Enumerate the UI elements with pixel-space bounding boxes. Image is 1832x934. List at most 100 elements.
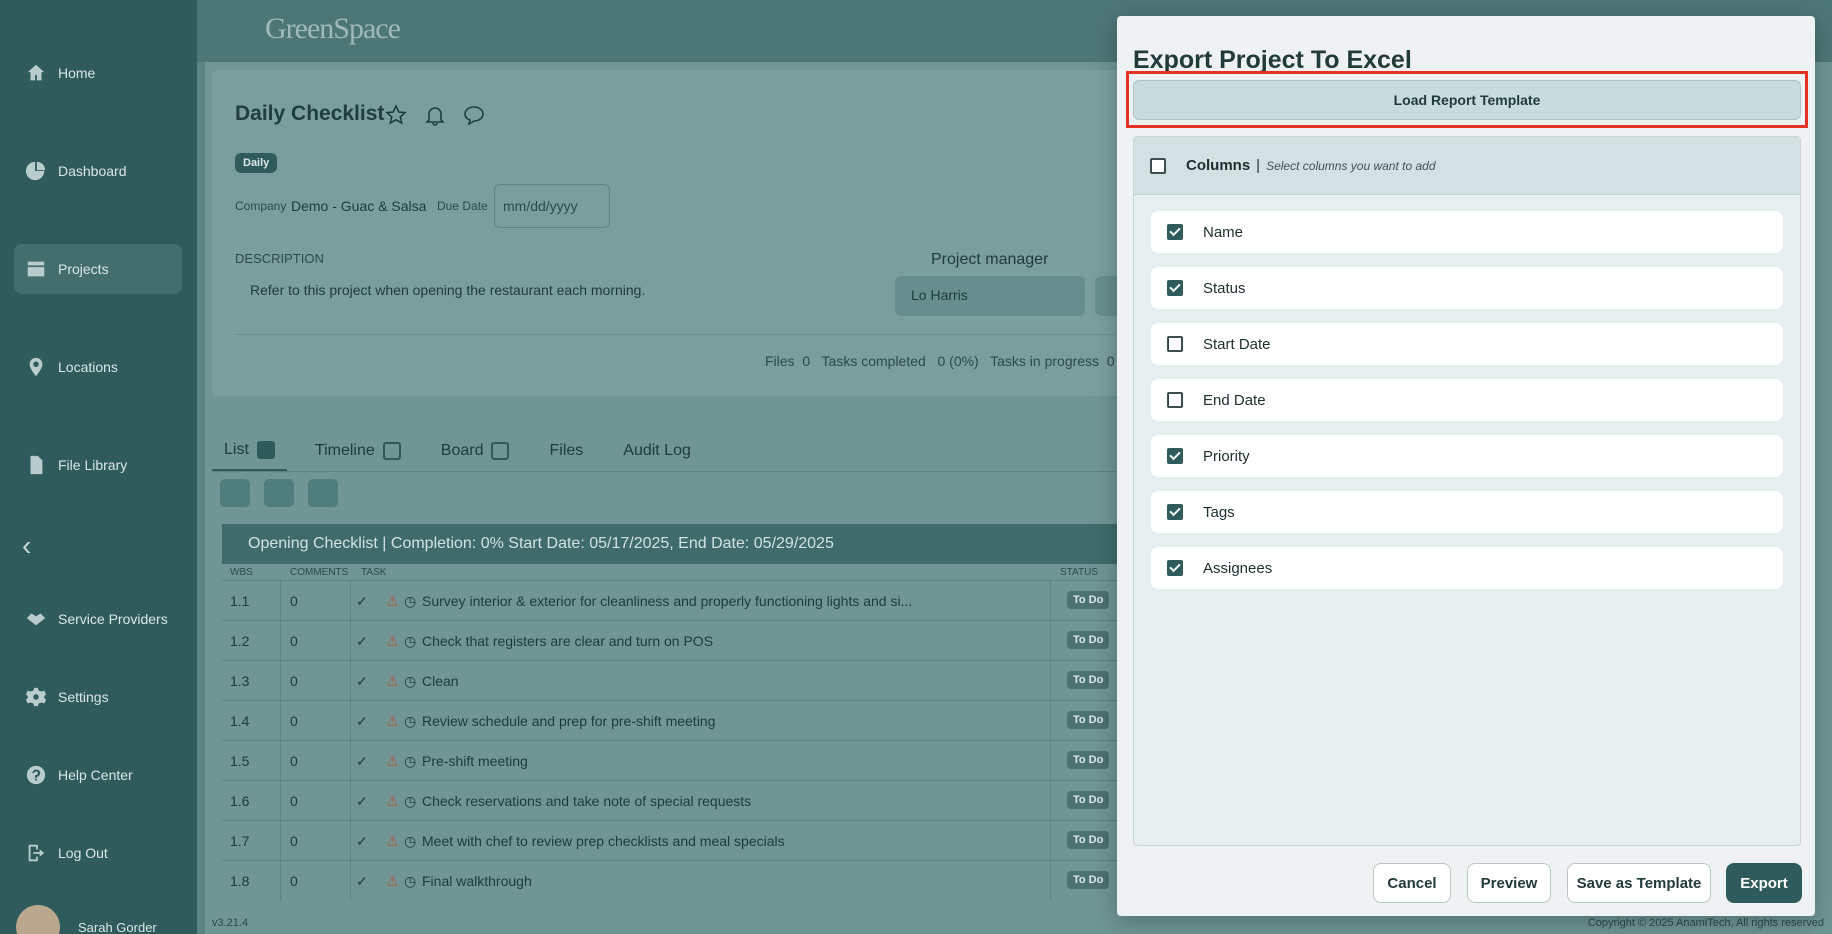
cell-wbs: 1.8 bbox=[230, 873, 250, 889]
cancel-button[interactable]: Cancel bbox=[1373, 863, 1451, 903]
cell-task[interactable]: Check that registers are clear and turn … bbox=[422, 633, 713, 649]
column-option[interactable]: Tags bbox=[1151, 491, 1783, 533]
header-task: TASK bbox=[361, 567, 387, 578]
cell-comments: 0 bbox=[290, 593, 298, 609]
table-row[interactable]: 1.1 0 ✓ ⚠ ◷ Survey interior & exterior for cl… bbox=[222, 580, 1222, 621]
cell-divider bbox=[280, 701, 281, 741]
collapse-sidebar-icon[interactable]: ‹ bbox=[22, 530, 31, 562]
table-row[interactable]: 1.7 0 ✓ ⚠ ◷ Meet with chef to review prep che… bbox=[222, 820, 1222, 861]
cell-wbs: 1.5 bbox=[230, 753, 250, 769]
comment-icon[interactable] bbox=[462, 103, 486, 127]
column-checkbox[interactable] bbox=[1167, 224, 1183, 240]
complete-check-icon[interactable]: ✓ bbox=[356, 633, 368, 650]
table-row[interactable]: 1.3 0 ✓ ⚠ ◷ Clean To Do bbox=[222, 660, 1222, 701]
export-excel-icon[interactable] bbox=[308, 479, 338, 507]
tab-audit-log[interactable]: Audit Log bbox=[611, 430, 703, 472]
status-badge[interactable]: To Do bbox=[1067, 671, 1110, 689]
cell-task[interactable]: Check reservations and take note of spec… bbox=[422, 793, 751, 809]
project-manager-select[interactable]: Lo Harris bbox=[895, 276, 1085, 316]
clock-icon: ◷ bbox=[404, 713, 417, 729]
cell-wbs: 1.7 bbox=[230, 833, 250, 849]
sidebar-scrollbar[interactable] bbox=[197, 0, 205, 934]
load-report-template-button[interactable]: Load Report Template bbox=[1133, 80, 1801, 120]
star-icon[interactable] bbox=[384, 103, 408, 127]
cell-task[interactable]: Final walkthrough bbox=[422, 873, 532, 889]
column-option[interactable]: Name bbox=[1151, 211, 1783, 253]
warning-icon: ⚠ bbox=[386, 793, 399, 809]
cell-wbs: 1.6 bbox=[230, 793, 250, 809]
complete-check-icon[interactable]: ✓ bbox=[356, 593, 368, 610]
status-badge[interactable]: To Do bbox=[1067, 831, 1110, 849]
column-checkbox[interactable] bbox=[1167, 336, 1183, 352]
complete-check-icon[interactable]: ✓ bbox=[356, 713, 368, 730]
sidebar-item-dashboard[interactable]: Dashboard bbox=[14, 146, 182, 196]
select-all-checkbox[interactable] bbox=[1150, 157, 1166, 174]
clock-icon: ◷ bbox=[404, 793, 417, 809]
column-checkbox[interactable] bbox=[1167, 392, 1183, 408]
column-option[interactable]: Assignees bbox=[1151, 547, 1783, 589]
save-as-template-button[interactable]: Save as Template bbox=[1567, 863, 1711, 903]
sidebar-item-file-library[interactable]: File Library bbox=[14, 440, 182, 490]
cell-task[interactable]: Clean bbox=[422, 673, 459, 689]
status-badge[interactable]: To Do bbox=[1067, 591, 1110, 609]
tab-timeline[interactable]: Timeline bbox=[303, 430, 413, 472]
table-row[interactable]: 1.2 0 ✓ ⚠ ◷ Check that registers are clear an… bbox=[222, 620, 1222, 661]
tab-list[interactable]: List bbox=[212, 430, 287, 472]
status-badge[interactable]: To Do bbox=[1067, 751, 1110, 769]
cell-task[interactable]: Pre-shift meeting bbox=[422, 753, 528, 769]
table-row[interactable]: 1.8 0 ✓ ⚠ ◷ Final walkthrough To Do bbox=[222, 860, 1222, 901]
projects-icon bbox=[14, 258, 58, 280]
sidebar-item-label: File Library bbox=[58, 457, 128, 473]
sidebar-item-label: Log Out bbox=[58, 845, 108, 861]
pause-icon[interactable] bbox=[264, 479, 294, 507]
complete-check-icon[interactable]: ✓ bbox=[356, 793, 368, 810]
preview-button[interactable]: Preview bbox=[1467, 863, 1551, 903]
cell-divider bbox=[1050, 781, 1051, 821]
cell-task[interactable]: Meet with chef to review prep checklists… bbox=[422, 833, 785, 849]
sidebar-item-help-center[interactable]: Help Center bbox=[14, 750, 182, 800]
column-checkbox[interactable] bbox=[1167, 504, 1183, 520]
sidebar-item-locations[interactable]: Locations bbox=[14, 342, 182, 392]
tab-checkbox[interactable] bbox=[382, 442, 401, 460]
column-option[interactable]: Start Date bbox=[1151, 323, 1783, 365]
cell-comments: 0 bbox=[290, 793, 298, 809]
status-badge[interactable]: To Do bbox=[1067, 631, 1110, 649]
clock-icon: ◷ bbox=[404, 673, 417, 689]
tab-checkbox[interactable] bbox=[256, 440, 275, 459]
cell-task[interactable]: Survey interior & exterior for cleanline… bbox=[422, 593, 912, 609]
column-option[interactable]: Status bbox=[1151, 267, 1783, 309]
status-badge[interactable]: To Do bbox=[1067, 711, 1110, 729]
export-button[interactable]: Export bbox=[1726, 863, 1802, 903]
sidebar-item-home[interactable]: Home bbox=[14, 48, 182, 98]
user-profile[interactable]: Sarah Gorder bbox=[16, 905, 157, 934]
complete-check-icon[interactable]: ✓ bbox=[356, 753, 368, 770]
table-row[interactable]: 1.5 0 ✓ ⚠ ◷ Pre-shift meeting To Do bbox=[222, 740, 1222, 781]
tab-board[interactable]: Board bbox=[429, 430, 522, 472]
clock-icon: ◷ bbox=[404, 593, 417, 609]
column-checkbox[interactable] bbox=[1167, 280, 1183, 296]
complete-check-icon[interactable]: ✓ bbox=[356, 833, 368, 850]
bell-icon[interactable] bbox=[423, 103, 447, 127]
table-row[interactable]: 1.6 0 ✓ ⚠ ◷ Check reservations and take note … bbox=[222, 780, 1222, 821]
sidebar-item-log-out[interactable]: Log Out bbox=[14, 828, 182, 878]
column-name: Status bbox=[1203, 279, 1246, 297]
table-row[interactable]: 1.4 0 ✓ ⚠ ◷ Review schedule and prep for pre-… bbox=[222, 700, 1222, 741]
tab-files[interactable]: Files bbox=[537, 430, 595, 472]
due-date-input[interactable]: mm/dd/yyyy bbox=[494, 184, 610, 228]
sidebar-item-settings[interactable]: Settings bbox=[14, 672, 182, 722]
status-badge[interactable]: To Do bbox=[1067, 791, 1110, 809]
filter-icon[interactable] bbox=[220, 479, 250, 507]
group-header[interactable]: Opening Checklist | Completion: 0% Start… bbox=[222, 524, 1222, 564]
column-checkbox[interactable] bbox=[1167, 560, 1183, 576]
complete-check-icon[interactable]: ✓ bbox=[356, 873, 368, 890]
tab-checkbox[interactable] bbox=[491, 442, 510, 460]
complete-check-icon[interactable]: ✓ bbox=[356, 673, 368, 690]
status-badge[interactable]: To Do bbox=[1067, 871, 1110, 889]
sidebar-item-projects[interactable]: Projects bbox=[14, 244, 182, 294]
column-option[interactable]: Priority bbox=[1151, 435, 1783, 477]
column-checkbox[interactable] bbox=[1167, 448, 1183, 464]
cell-task[interactable]: Review schedule and prep for pre-shift m… bbox=[422, 713, 715, 729]
sidebar-item-service-providers[interactable]: Service Providers bbox=[14, 594, 182, 644]
column-option[interactable]: End Date bbox=[1151, 379, 1783, 421]
table-header: WBS COMMENTS TASK STATUS bbox=[222, 564, 1222, 580]
